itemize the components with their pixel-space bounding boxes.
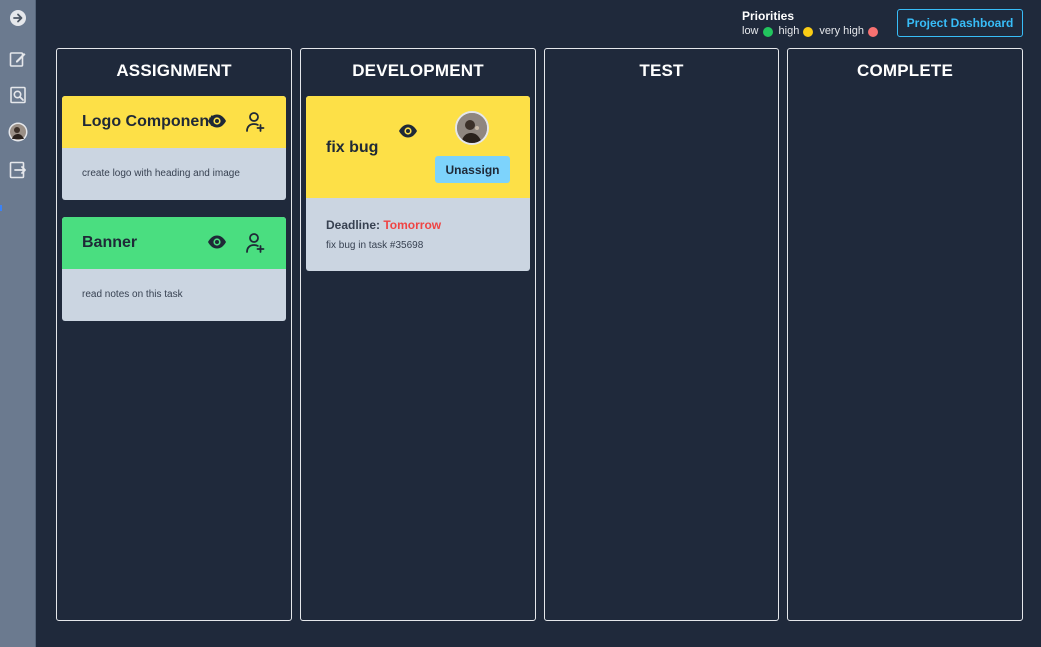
priority-dot-high (803, 26, 814, 37)
deadline-label: Deadline: (326, 218, 381, 232)
sidebar (0, 0, 36, 647)
column-title: COMPLETE (856, 61, 954, 80)
card-description: fix bug in task #35698 (326, 240, 424, 251)
task-card-logo-component[interactable]: Logo Component create logo with heading … (62, 96, 286, 200)
task-card-fix-bug[interactable]: fix bug Unassign Deadline: Tomorrow fix … (306, 96, 530, 271)
card-title: Logo Component (82, 113, 215, 130)
assignee-avatar[interactable] (455, 111, 489, 145)
card-description: read notes on this task (82, 289, 183, 300)
card-body: Deadline: Tomorrow fix bug in task #3569… (306, 198, 530, 271)
logout-icon[interactable] (8, 160, 28, 180)
deadline-value: Tomorrow (383, 218, 442, 232)
eye-icon[interactable] (398, 123, 418, 139)
priority-label-high: high (778, 25, 800, 37)
column-title: ASSIGNMENT (116, 61, 232, 80)
priority-label-very-high: very high (819, 25, 864, 37)
search-document-icon[interactable] (8, 85, 28, 105)
column-assignment: ASSIGNMENT Logo Component create logo wi… (56, 48, 292, 621)
column-title: DEVELOPMENT (352, 61, 484, 80)
card-header: Banner (62, 217, 286, 269)
card-title: fix bug (326, 139, 379, 156)
add-user-icon[interactable] (245, 232, 265, 254)
priorities-title: Priorities (742, 9, 795, 23)
column-test: TEST (544, 48, 779, 621)
project-dashboard-button[interactable]: Project Dashboard (897, 9, 1023, 37)
user-avatar[interactable] (8, 122, 28, 142)
sidebar-marker (0, 205, 2, 211)
column-complete: COMPLETE (787, 48, 1023, 621)
eye-icon[interactable] (207, 234, 227, 250)
eye-icon[interactable] (207, 113, 227, 129)
add-user-icon[interactable] (245, 111, 265, 133)
priority-dot-very-high (867, 26, 878, 37)
column-title: TEST (639, 61, 684, 80)
card-body: read notes on this task (62, 269, 286, 321)
priorities-legend: Priorities low high very high (742, 9, 884, 38)
card-header: fix bug Unassign (306, 96, 530, 198)
card-body: create logo with heading and image (62, 148, 286, 200)
column-development: DEVELOPMENT fix bug Unassign Deadline: T… (300, 48, 536, 621)
priorities-row: low high very high (742, 25, 884, 38)
unassign-button[interactable]: Unassign (435, 156, 510, 183)
priority-label-low: low (742, 25, 759, 37)
edit-icon[interactable] (8, 49, 28, 69)
card-header: Logo Component (62, 96, 286, 148)
card-description: create logo with heading and image (82, 168, 240, 179)
task-card-banner[interactable]: Banner read notes on this task (62, 217, 286, 321)
card-title: Banner (82, 234, 138, 251)
deadline: Deadline: Tomorrow (326, 218, 441, 232)
arrow-right-circle-icon[interactable] (8, 8, 28, 28)
priority-dot-low (762, 26, 773, 37)
